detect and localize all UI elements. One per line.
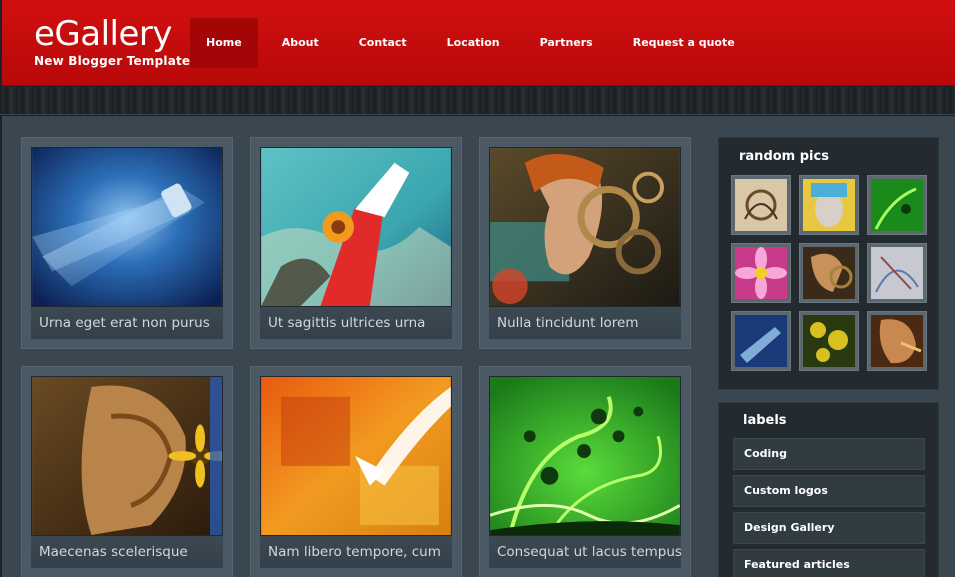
gallery-image[interactable]	[260, 147, 452, 307]
random-pic-thumb[interactable]	[799, 175, 859, 235]
gallery-caption[interactable]: Urna eget erat non purus	[31, 307, 223, 339]
label-link-design-gallery[interactable]: Design Gallery	[733, 512, 925, 544]
gallery-caption[interactable]: Maecenas scelerisque	[31, 536, 223, 568]
gallery-caption[interactable]: Nam libero tempore, cum	[260, 536, 452, 568]
random-pic-thumb[interactable]	[799, 311, 859, 371]
gallery-image[interactable]	[489, 376, 681, 536]
gallery-card[interactable]: Urna eget erat non purus	[21, 137, 233, 349]
random-pic-thumb[interactable]	[867, 175, 927, 235]
site-title[interactable]: eGallery	[34, 14, 190, 54]
random-pic-thumb[interactable]	[731, 311, 791, 371]
gallery-caption[interactable]: Ut sagittis ultrices urna	[260, 307, 452, 339]
nav-location[interactable]: Location	[431, 18, 516, 68]
nav-about[interactable]: About	[266, 18, 335, 68]
labels-widget: labels Coding Custom logos Design Galler…	[718, 402, 939, 577]
random-pic-thumb[interactable]	[731, 243, 791, 303]
gallery-image[interactable]	[31, 147, 223, 307]
gallery-caption[interactable]: Consequat ut lacus tempus	[489, 536, 681, 568]
site-subtitle: New Blogger Template	[34, 54, 191, 68]
gallery-image[interactable]	[489, 147, 681, 307]
gallery-card[interactable]: Consequat ut lacus tempus	[479, 366, 691, 577]
main-nav: Home About Contact Location Partners Req…	[190, 18, 759, 68]
content-area: Urna eget erat non purus Ut sagittis ult…	[2, 116, 955, 577]
gallery-card[interactable]: Nam libero tempore, cum	[250, 366, 462, 577]
site-header: eGallery New Blogger Template Home About…	[2, 0, 955, 86]
random-pic-thumb[interactable]	[799, 243, 859, 303]
wood-texture-strip	[0, 87, 955, 115]
label-link-custom-logos[interactable]: Custom logos	[733, 475, 925, 507]
random-pics-widget: random pics	[718, 137, 939, 390]
gallery-card[interactable]: Maecenas scelerisque	[21, 366, 233, 577]
gallery-image[interactable]	[31, 376, 223, 536]
nav-request-quote[interactable]: Request a quote	[617, 18, 751, 68]
random-pics-title: random pics	[739, 149, 829, 164]
gallery-caption[interactable]: Nulla tincidunt lorem	[489, 307, 681, 339]
gallery-image[interactable]	[260, 376, 452, 536]
nav-contact[interactable]: Contact	[343, 18, 423, 68]
random-pic-thumb[interactable]	[867, 243, 927, 303]
gallery-card[interactable]: Ut sagittis ultrices urna	[250, 137, 462, 349]
random-pic-thumb[interactable]	[731, 175, 791, 235]
labels-title: labels	[743, 413, 787, 428]
gallery-card[interactable]: Nulla tincidunt lorem	[479, 137, 691, 349]
label-link-featured-articles[interactable]: Featured articles	[733, 549, 925, 577]
nav-home[interactable]: Home	[190, 18, 258, 68]
label-link-coding[interactable]: Coding	[733, 438, 925, 470]
site-logo[interactable]: eGallery New Blogger Template	[34, 14, 190, 68]
random-pic-thumb[interactable]	[867, 311, 927, 371]
nav-partners[interactable]: Partners	[524, 18, 609, 68]
